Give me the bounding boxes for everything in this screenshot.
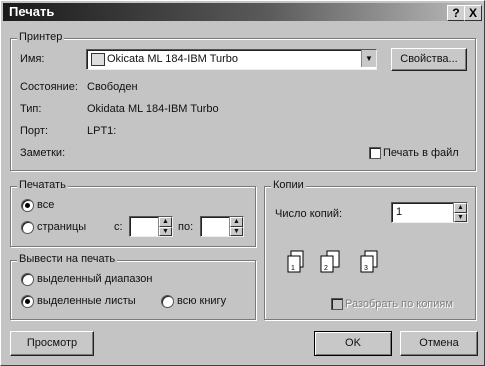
copies-count-input[interactable]: 1 ▲ ▼ (391, 202, 468, 223)
printer-name-select[interactable]: Okicata ML 184-IBM Turbo ▼ (86, 49, 377, 70)
range-pages-label: страницы (37, 221, 87, 233)
printer-icon (91, 53, 105, 66)
range-pages-radio[interactable] (21, 221, 34, 234)
printer-group-label: Принтер (17, 31, 65, 43)
spin-up-icon[interactable]: ▲ (230, 217, 243, 227)
range-all-label: все (37, 199, 55, 211)
from-page-spinner[interactable]: ▲ ▼ (158, 217, 172, 236)
ok-button[interactable]: OK (314, 331, 392, 356)
to-page-input[interactable]: ▲ ▼ (200, 216, 244, 237)
radio-dot-icon (25, 299, 30, 304)
print-what-label: Вывести на печать (17, 253, 118, 265)
print-dialog: Печать ? X Принтер Имя: Okicata ML 184-I… (0, 0, 485, 366)
port-value: LPT1: (87, 125, 117, 137)
title-bar: Печать ? X (3, 3, 482, 21)
window-title: Печать (9, 4, 55, 19)
copies-count-value: 1 (396, 206, 403, 218)
spin-down-icon[interactable]: ▼ (159, 226, 172, 236)
from-page-input[interactable]: ▲ ▼ (129, 216, 173, 237)
from-label: с: (114, 221, 123, 233)
port-label: Порт: (20, 125, 48, 137)
copies-count-label: Число копий: (275, 208, 343, 220)
active-sheets-radio[interactable] (21, 295, 34, 308)
radio-dot-icon (25, 203, 30, 208)
svg-text:3: 3 (364, 265, 368, 272)
workbook-label: всю книгу (177, 295, 227, 307)
preview-button[interactable]: Просмотр (10, 331, 94, 356)
collate-label: Разобрать по копиям (345, 298, 453, 310)
collate-pages-icon: 1 2 3 (287, 250, 378, 273)
print-to-file-label: Печать в файл (383, 147, 459, 159)
selection-radio[interactable] (21, 273, 34, 286)
active-sheets-label: выделенные листы (37, 295, 136, 307)
spin-up-icon[interactable]: ▲ (454, 203, 467, 213)
range-all-radio[interactable] (21, 199, 34, 212)
copies-group-label: Копии (271, 179, 306, 191)
to-page-spinner[interactable]: ▲ ▼ (229, 217, 243, 236)
printer-name-value: Okicata ML 184-IBM Turbo (107, 53, 239, 65)
cancel-button[interactable]: Отмена (400, 331, 478, 356)
selection-label: выделенный диапазон (37, 273, 153, 285)
close-button[interactable]: X (464, 5, 482, 21)
workbook-radio[interactable] (161, 295, 174, 308)
type-value: Okidata ML 184-IBM Turbo (87, 103, 219, 115)
help-button[interactable]: ? (447, 5, 465, 21)
print-to-file-checkbox[interactable] (369, 147, 381, 159)
chevron-down-icon[interactable]: ▼ (361, 50, 376, 67)
svg-text:2: 2 (324, 265, 328, 272)
type-label: Тип: (20, 103, 42, 115)
svg-text:1: 1 (291, 265, 295, 272)
print-range-label: Печатать (17, 179, 68, 191)
notes-label: Заметки: (20, 147, 66, 159)
print-what-group: Вывести на печать (10, 253, 256, 320)
properties-button[interactable]: Свойства... (391, 48, 467, 71)
status-value: Свободен (87, 81, 138, 93)
to-label: по: (178, 221, 194, 233)
printer-name-label: Имя: (20, 53, 45, 65)
collate-checkbox[interactable] (331, 298, 343, 310)
spin-up-icon[interactable]: ▲ (159, 217, 172, 227)
spin-down-icon[interactable]: ▼ (454, 212, 467, 222)
status-label: Состояние: (20, 81, 78, 93)
copies-spinner[interactable]: ▲ ▼ (453, 203, 467, 222)
spin-down-icon[interactable]: ▼ (230, 226, 243, 236)
